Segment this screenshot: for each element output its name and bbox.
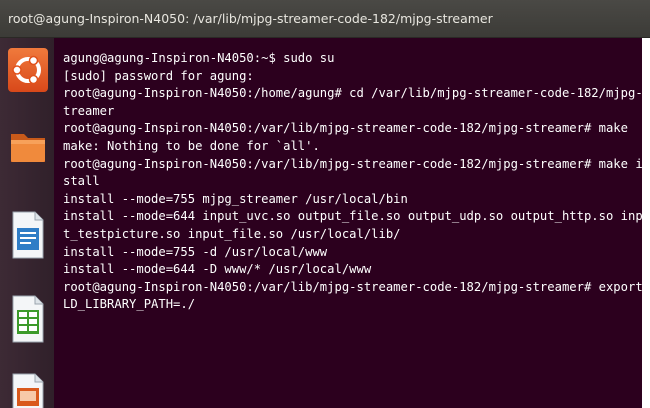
terminal-line: install --mode=644 -D www/* /usr/local/w… [63, 262, 372, 277]
libreoffice-impress-icon [12, 373, 44, 408]
terminal-line: stall [63, 174, 100, 189]
launcher-item-calc[interactable] [8, 294, 48, 343]
launcher-item-files[interactable] [8, 124, 48, 168]
unity-launcher [0, 38, 55, 408]
terminal-line: make: Nothing to be done for `all'. [63, 138, 320, 153]
launcher-item-impress[interactable] [8, 372, 48, 408]
terminal-line: root@agung-Inspiron-N4050:/var/lib/mjpg-… [63, 121, 628, 136]
launcher-item-writer[interactable] [8, 210, 48, 259]
terminal-line: install --mode=755 -d /usr/local/www [63, 244, 328, 259]
libreoffice-calc-icon [12, 295, 44, 343]
terminal-line: root@agung-Inspiron-N4050:/var/lib/mjpg-… [63, 279, 643, 294]
window-edge [642, 38, 650, 408]
libreoffice-writer-icon [12, 211, 44, 259]
terminal-output[interactable]: agung@agung-Inspiron-N4050:~$ sudo su [su… [54, 38, 650, 408]
terminal-line: install --mode=755 mjpg_streamer /usr/lo… [63, 191, 408, 206]
terminal-line: root@agung-Inspiron-N4050:/home/agung# c… [63, 86, 650, 101]
launcher-item-dash[interactable] [8, 48, 48, 92]
terminal-line: install --mode=644 input_uvc.so output_f… [63, 209, 650, 224]
window-titlebar[interactable]: root@agung-Inspiron-N4050: /var/lib/mjpg… [0, 0, 650, 38]
terminal-line: t_testpicture.so input_file.so /usr/loca… [63, 226, 401, 241]
screen: root@agung-Inspiron-N4050: /var/lib/mjpg… [0, 0, 650, 408]
terminal-line: root@agung-Inspiron-N4050:/var/lib/mjpg-… [63, 156, 650, 171]
terminal-line: treamer [63, 103, 115, 118]
files-folder-icon [11, 134, 45, 162]
window-title: root@agung-Inspiron-N4050: /var/lib/mjpg… [8, 11, 493, 26]
terminal-line: LD_LIBRARY_PATH=./ [63, 297, 196, 312]
terminal-line: agung@agung-Inspiron-N4050:~$ sudo su [63, 51, 335, 65]
terminal-line: [sudo] password for agung: [63, 68, 254, 83]
ubuntu-dash-icon [12, 55, 41, 85]
